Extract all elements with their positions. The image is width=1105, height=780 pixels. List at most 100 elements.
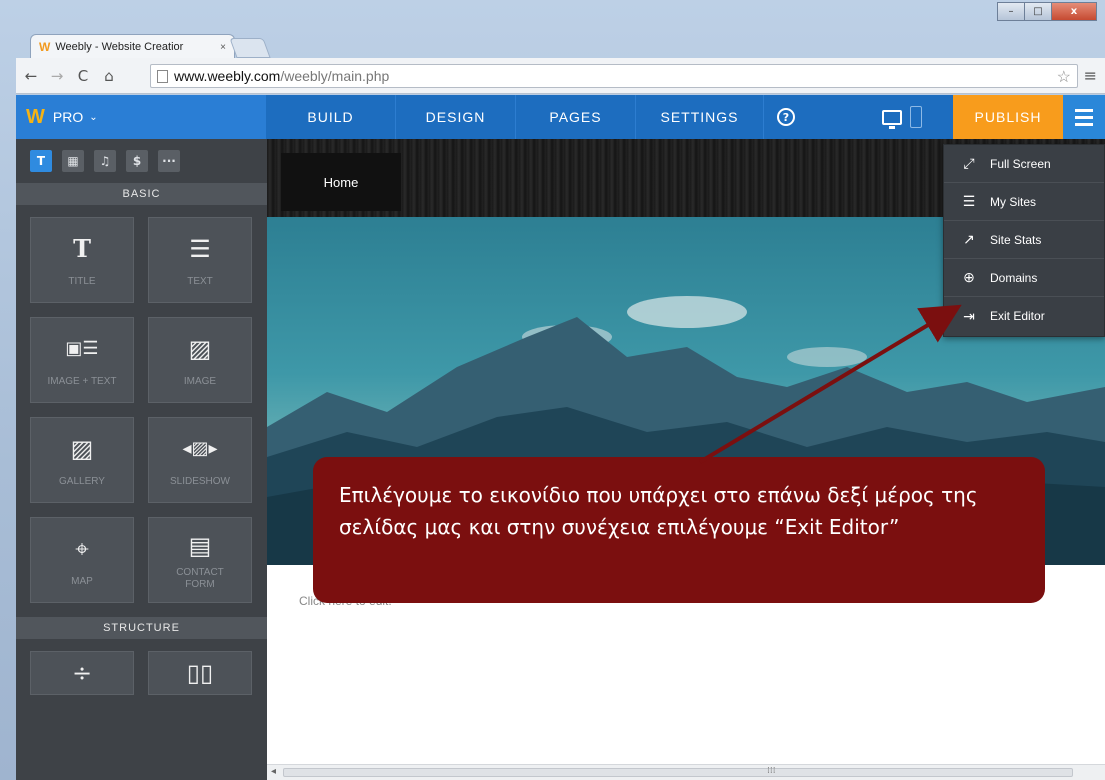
map-element[interactable]: ⌖ MAP <box>30 517 134 603</box>
stats-icon: ↗ <box>963 231 975 247</box>
browser-window: W Weebly - Website Creatior × – □ x ← → … <box>0 0 1105 780</box>
image-text-icon: ▣☰ <box>65 338 99 359</box>
menu-item-site-stats[interactable]: ↗ Site Stats <box>944 221 1104 259</box>
tile-label: TITLE <box>68 276 96 287</box>
weebly-favicon-icon: W <box>39 40 51 54</box>
tab-settings[interactable]: SETTINGS <box>636 95 764 139</box>
url-host: www.weebly.com <box>174 68 281 84</box>
browser-menu-icon[interactable]: ≡ <box>1084 66 1097 85</box>
editor-topbar: W PRO ⌄ BUILD DESIGN PAGES SETTINGS ? PU… <box>16 95 1105 139</box>
elements-sidebar: T ▦ ♫ $ ··· BASIC T TITLE ☰ TEXT ▣☰ IMAG… <box>16 139 267 780</box>
plan-label: PRO <box>52 109 84 125</box>
tab-build[interactable]: BUILD <box>266 95 396 139</box>
columns-icon: ▯▯ <box>186 659 214 687</box>
tile-label: IMAGE + TEXT <box>47 376 117 387</box>
image-element[interactable]: ▨ IMAGE <box>148 317 252 403</box>
menu-item-exit-editor[interactable]: ⇥ Exit Editor <box>944 297 1104 335</box>
back-arrow-icon[interactable]: ← <box>20 67 42 85</box>
page-icon <box>157 69 168 83</box>
more-category-icon[interactable]: ··· <box>158 150 180 172</box>
text-icon: ☰ <box>189 235 211 263</box>
commerce-category-icon[interactable]: $ <box>126 150 148 172</box>
gallery-icon: ▨ <box>70 435 94 463</box>
slideshow-icon: ◂▨▸ <box>182 438 218 459</box>
forward-arrow-icon[interactable]: → <box>46 67 68 85</box>
contact-form-icon: ▤ <box>188 532 212 560</box>
minimize-button[interactable]: – <box>997 2 1025 21</box>
title-icon: T <box>73 234 91 263</box>
tile-label: SLIDESHOW <box>169 476 230 487</box>
tile-label: IMAGE <box>183 376 217 387</box>
window-controls: – □ x <box>997 2 1097 21</box>
menu-label: Full Screen <box>990 156 1051 171</box>
tile-label: TEXT <box>187 276 213 287</box>
menu-item-domains[interactable]: ⊕ Domains <box>944 259 1104 297</box>
image-icon: ▨ <box>188 335 212 363</box>
hamburger-menu-icon[interactable] <box>1063 95 1105 139</box>
menu-label: Site Stats <box>990 232 1042 247</box>
tab-pages[interactable]: PAGES <box>516 95 636 139</box>
home-icon[interactable]: ⌂ <box>98 67 120 85</box>
browser-tab[interactable]: W Weebly - Website Creatior × <box>30 34 235 59</box>
new-tab-button[interactable] <box>229 38 271 58</box>
menu-label: My Sites <box>990 194 1037 209</box>
tile-label: MAP <box>71 576 93 587</box>
tile-label: CONTACT FORM <box>176 567 224 590</box>
mobile-icon[interactable] <box>910 106 922 128</box>
divider-icon: ÷ <box>71 659 93 687</box>
structure-heading: STRUCTURE <box>16 617 267 639</box>
weebly-editor: W PRO ⌄ BUILD DESIGN PAGES SETTINGS ? PU… <box>16 95 1105 780</box>
maximize-button[interactable]: □ <box>1024 2 1052 21</box>
basic-tiles: T TITLE ☰ TEXT ▣☰ IMAGE + TEXT ▨ IMAGE ▨ <box>16 205 267 603</box>
address-bar[interactable]: www.weebly.com/weebly/main.php ☆ <box>150 64 1078 88</box>
scroll-grip-icon: ⁞⁞⁞ <box>767 766 776 776</box>
expand-icon: ⤢ <box>963 155 975 171</box>
weebly-logo-icon: W <box>26 105 45 128</box>
tab-design[interactable]: DESIGN <box>396 95 516 139</box>
tab-close-icon[interactable]: × <box>220 42 226 53</box>
scroll-thumb[interactable] <box>283 768 1073 777</box>
editor-dropdown-menu: ⤢ Full Screen ☰ My Sites ↗ Site Stats ⊕ … <box>943 144 1105 337</box>
tab-strip: W Weebly - Website Creatior × – □ x <box>0 0 1105 59</box>
text-category-icon[interactable]: T <box>30 150 52 172</box>
columns-element[interactable]: ▯▯ <box>148 651 252 695</box>
close-window-button[interactable]: x <box>1051 2 1097 21</box>
text-element[interactable]: ☰ TEXT <box>148 217 252 303</box>
scroll-left-icon[interactable]: ◂ <box>271 766 276 777</box>
structure-tiles: ÷ ▯▯ <box>16 639 267 695</box>
layout-category-icon[interactable]: ▦ <box>62 150 84 172</box>
image-text-element[interactable]: ▣☰ IMAGE + TEXT <box>30 317 134 403</box>
nav-home-link[interactable]: Home <box>281 153 401 211</box>
category-row: T ▦ ♫ $ ··· <box>16 139 267 183</box>
slideshow-element[interactable]: ◂▨▸ SLIDESHOW <box>148 417 252 503</box>
gallery-element[interactable]: ▨ GALLERY <box>30 417 134 503</box>
horizontal-scrollbar[interactable]: ◂ ⁞⁞⁞ <box>267 764 1105 780</box>
media-category-icon[interactable]: ♫ <box>94 150 116 172</box>
browser-toolbar: ← → C ⌂ www.weebly.com/weebly/main.php ☆… <box>16 58 1105 94</box>
list-icon: ☰ <box>962 193 976 209</box>
globe-icon: ⊕ <box>963 269 975 285</box>
basic-heading: BASIC <box>16 183 267 205</box>
device-toggle <box>882 95 922 139</box>
bookmark-star-icon[interactable]: ☆ <box>1057 67 1071 87</box>
reload-icon[interactable]: C <box>72 67 94 85</box>
contact-form-element[interactable]: ▤ CONTACT FORM <box>148 517 252 603</box>
plan-selector[interactable]: W PRO ⌄ <box>16 95 266 139</box>
instruction-callout: Επιλέγουμε το εικονίδιο που υπάρχει στο … <box>313 457 1045 603</box>
title-element[interactable]: T TITLE <box>30 217 134 303</box>
tab-title: Weebly - Website Creatior <box>55 41 184 53</box>
divider-element[interactable]: ÷ <box>30 651 134 695</box>
tile-label: GALLERY <box>59 476 105 487</box>
menu-label: Domains <box>990 270 1038 285</box>
menu-item-my-sites[interactable]: ☰ My Sites <box>944 183 1104 221</box>
menu-item-full-screen[interactable]: ⤢ Full Screen <box>944 145 1104 183</box>
help-button[interactable]: ? <box>764 95 808 139</box>
desktop-icon[interactable] <box>882 109 902 129</box>
chevron-down-icon: ⌄ <box>89 111 98 123</box>
menu-label: Exit Editor <box>990 309 1045 323</box>
question-icon: ? <box>777 108 795 126</box>
publish-button[interactable]: PUBLISH <box>953 95 1063 139</box>
map-pin-icon: ⌖ <box>75 535 89 563</box>
exit-icon: ⇥ <box>963 307 975 324</box>
url-path: /weebly/main.php <box>280 68 390 84</box>
